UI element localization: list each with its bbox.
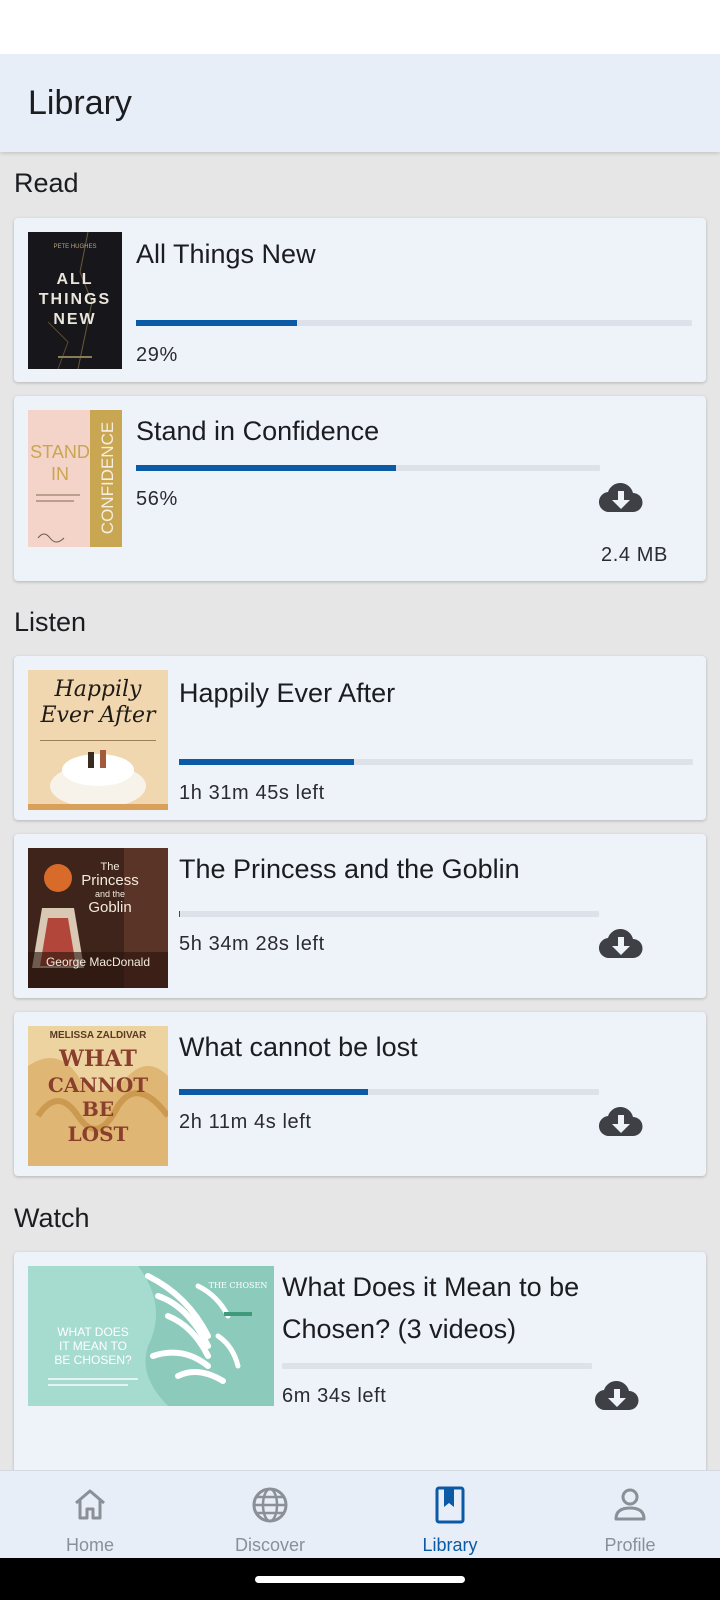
cover-side-title: CONFIDENCE [98,422,117,534]
section-title-watch: Watch [14,1203,90,1233]
cover-line: BE [82,1097,114,1121]
cover-author: MELISSA ZALDIVAR [50,1030,147,1041]
progress-fill [136,320,298,326]
file-size: 2.4 MB [601,544,668,566]
download-button[interactable] [594,1378,640,1412]
cover-line: IN [51,464,69,484]
item-title: The Princess and the Goblin [179,854,520,884]
nav-item-library[interactable]: Library [360,1471,540,1559]
bottom-navigation: Home Discover Library Profile [0,1470,720,1558]
audiobook-cover-image: The Princess and the Goblin George MacDo… [28,848,168,988]
library-content[interactable]: Read PETE HUGHES ALL THINGS NEW All Thin… [0,152,720,1470]
download-button[interactable] [598,926,644,960]
app-bar: Library [0,54,720,152]
cover-badge: THE CHOSEN [209,1281,268,1290]
progress-track [179,759,693,765]
home-icon [75,1489,105,1520]
download-button[interactable] [598,1104,644,1138]
progress-track [136,320,692,326]
cover-author: PETE HUGHES [53,244,96,250]
progress-track [179,911,599,917]
progress-track [136,465,600,471]
library-item-all-things-new[interactable]: PETE HUGHES ALL THINGS NEW All Things Ne… [14,218,706,382]
cover-line: STAND [30,442,90,462]
audiobook-cover-image: MELISSA ZALDIVAR WHAT CANNOT BE LOST [28,1026,168,1166]
progress-text: 5h 34m 28s left [179,933,325,955]
progress-fill [179,759,354,765]
progress-fill [136,465,396,471]
cover-line: LOST [68,1122,129,1146]
globe-icon [252,1487,288,1523]
book-cover-image: STAND IN CONFIDENCE [28,410,122,547]
cover-line: Ever After [39,703,157,728]
item-title: All Things New [136,239,316,269]
status-bar [0,0,720,54]
section-title-listen: Listen [14,607,87,637]
download-button[interactable] [598,480,644,514]
cover-line: IT MEAN TO [59,1339,127,1353]
video-cover-image: WHAT DOES IT MEAN TO BE CHOSEN? THE CHOS… [28,1266,274,1406]
cover-line: THINGS [39,291,111,308]
system-gesture-bar [0,1558,720,1600]
nav-item-profile[interactable]: Profile [540,1471,720,1559]
nav-item-home[interactable]: Home [0,1471,180,1559]
section-title-read: Read [14,168,79,198]
library-item-stand-in-confidence[interactable]: STAND IN CONFIDENCE Stand in Confidence … [14,396,706,581]
library-item-what-does-it-mean-to-be-chosen[interactable]: WHAT DOES IT MEAN TO BE CHOSEN? THE CHOS… [14,1252,706,1470]
progress-text: 2h 11m 4s left [179,1111,312,1133]
library-item-happily-ever-after[interactable]: Happily Ever After Happily Ever After 1h… [14,656,706,820]
nav-item-discover[interactable]: Discover [180,1471,360,1559]
progress-text: 6m 34s left [282,1385,387,1407]
cover-line: WHAT [58,1046,137,1072]
nav-label: Discover [234,1535,305,1555]
cloud-download-icon [598,929,643,959]
cloud-download-icon [594,1381,639,1411]
library-item-what-cannot-be-lost[interactable]: MELISSA ZALDIVAR WHAT CANNOT BE LOST Wha… [14,1012,706,1176]
progress-text: 1h 31m 45s left [179,782,325,804]
progress-fill [179,1089,368,1095]
cover-line: WHAT DOES [57,1325,129,1339]
progress-track [282,1363,592,1369]
cover-line: and the [95,889,125,899]
audiobook-cover-image: Happily Ever After [28,670,168,810]
progress-text: 56% [136,488,178,510]
progress-track [179,1089,599,1095]
progress-fill [179,911,181,917]
page-title: Library [28,84,132,122]
cover-line: Princess [81,872,139,889]
cloud-download-icon [598,1107,643,1137]
progress-text: 29% [136,344,178,366]
cover-line: NEW [53,311,96,328]
library-item-princess-and-goblin[interactable]: The Princess and the Goblin George MacDo… [14,834,706,998]
cover-line: CANNOT [48,1073,148,1097]
cover-line: BE CHOSEN? [54,1353,132,1367]
item-title: Happily Ever After [179,678,396,708]
person-icon [614,1488,646,1521]
gesture-handle[interactable] [255,1576,465,1583]
nav-label: Profile [604,1535,656,1555]
cover-line: ALL [56,271,93,288]
cover-author: George MacDonald [46,955,150,969]
nav-label: Library [422,1535,478,1555]
cover-line: Goblin [88,899,131,916]
book-cover-image: PETE HUGHES ALL THINGS NEW [28,232,122,369]
item-title: What cannot be lost [179,1032,418,1062]
item-title: Stand in Confidence [136,416,380,446]
nav-label: Home [65,1535,114,1555]
cover-line: Happily [54,677,143,702]
cloud-download-icon [598,483,643,513]
bookmark-book-icon [435,1486,465,1524]
item-title: What Does it Mean to be Chosen? (3 video… [282,1272,580,1344]
